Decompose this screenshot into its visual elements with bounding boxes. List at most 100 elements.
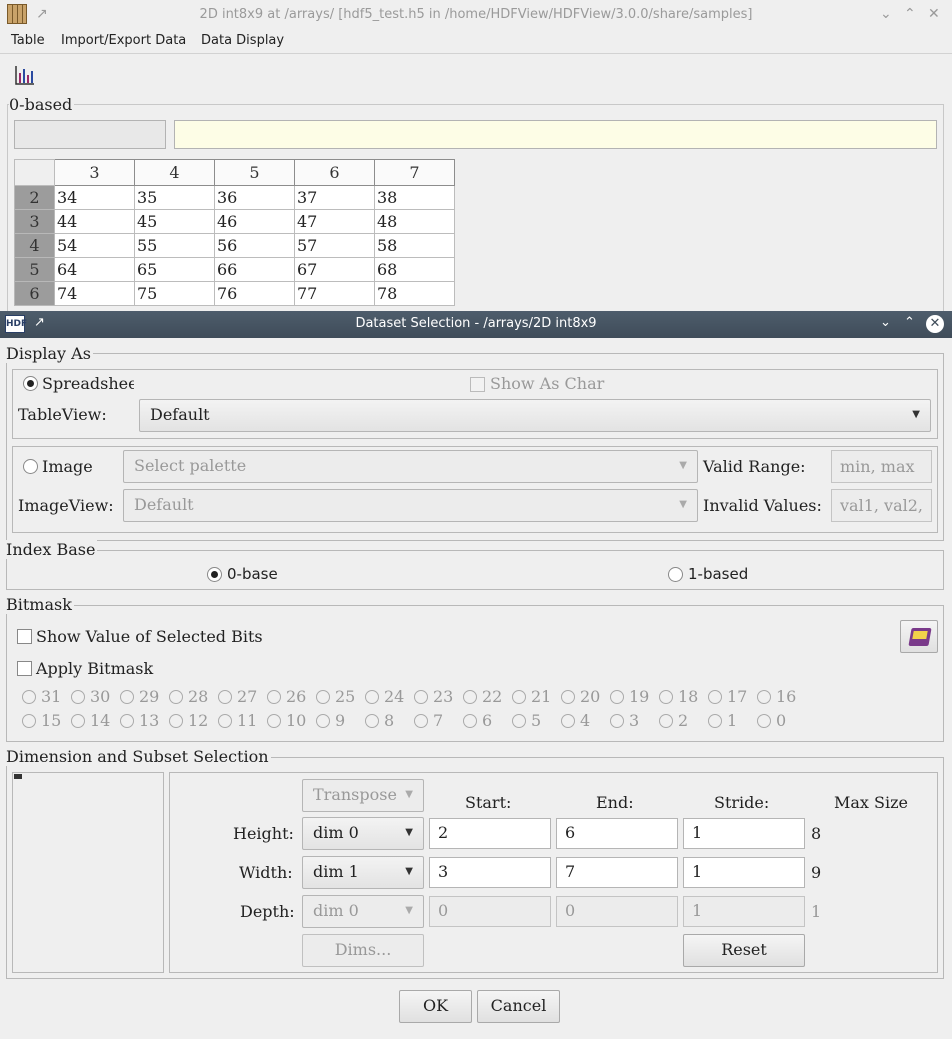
column-header[interactable]: 7: [374, 159, 455, 186]
menu-table[interactable]: Table: [11, 33, 45, 48]
bit-checkbox[interactable]: [757, 714, 771, 728]
bit-checkbox[interactable]: [71, 714, 85, 728]
column-header[interactable]: 4: [134, 159, 215, 186]
height-start-field[interactable]: 2: [429, 818, 551, 849]
tableview-select[interactable]: Default ▼: [139, 399, 931, 432]
bit-checkbox[interactable]: [561, 714, 575, 728]
maximize-icon[interactable]: ⌃: [904, 315, 915, 330]
width-dim-select[interactable]: dim 1 ▼: [302, 856, 424, 889]
palette-select[interactable]: Select palette ▼: [123, 450, 698, 483]
bit-checkbox[interactable]: [120, 714, 134, 728]
table-cell[interactable]: 47: [294, 209, 375, 234]
bit-checkbox[interactable]: [316, 690, 330, 704]
row-header[interactable]: 5: [14, 257, 55, 282]
bit-checkbox[interactable]: [120, 690, 134, 704]
cell-value-editor[interactable]: [174, 120, 937, 149]
cell-reference-field[interactable]: [14, 120, 166, 149]
bit-checkbox[interactable]: [218, 714, 232, 728]
table-cell[interactable]: 48: [374, 209, 455, 234]
table-cell[interactable]: 77: [294, 281, 375, 306]
table-cell[interactable]: 46: [214, 209, 295, 234]
bit-checkbox[interactable]: [169, 690, 183, 704]
bit-checkbox[interactable]: [169, 714, 183, 728]
bit-checkbox[interactable]: [708, 690, 722, 704]
reset-button[interactable]: Reset: [683, 934, 805, 967]
depth-end-field[interactable]: 0: [556, 896, 678, 927]
depth-dim-select[interactable]: dim 0 ▼: [302, 895, 424, 928]
table-cell[interactable]: 38: [374, 185, 455, 210]
table-cell[interactable]: 45: [134, 209, 215, 234]
table-cell[interactable]: 75: [134, 281, 215, 306]
table-cell[interactable]: 35: [134, 185, 215, 210]
column-header[interactable]: 3: [54, 159, 135, 186]
ok-button[interactable]: OK: [399, 990, 472, 1023]
table-cell[interactable]: 67: [294, 257, 375, 282]
table-cell[interactable]: 36: [214, 185, 295, 210]
table-cell[interactable]: 58: [374, 233, 455, 258]
apply-bitmask-checkbox[interactable]: [17, 661, 32, 676]
menu-import-export-data[interactable]: Import/Export Data: [61, 33, 186, 48]
width-stride-field[interactable]: 1: [683, 857, 805, 888]
table-cell[interactable]: 34: [54, 185, 135, 210]
bit-checkbox[interactable]: [414, 690, 428, 704]
transpose-select[interactable]: Transpose ▼: [302, 779, 424, 812]
column-header[interactable]: 5: [214, 159, 295, 186]
bit-checkbox[interactable]: [610, 714, 624, 728]
image-radio[interactable]: [23, 459, 38, 474]
bit-checkbox[interactable]: [316, 714, 330, 728]
row-header[interactable]: 4: [14, 233, 55, 258]
depth-start-field[interactable]: 0: [429, 896, 551, 927]
bit-checkbox[interactable]: [365, 690, 379, 704]
bit-checkbox[interactable]: [610, 690, 624, 704]
one-based-radio[interactable]: [668, 567, 683, 582]
zero-based-radio[interactable]: [207, 567, 222, 582]
row-header[interactable]: 2: [14, 185, 55, 210]
bit-checkbox[interactable]: [365, 714, 379, 728]
table-cell[interactable]: 54: [54, 233, 135, 258]
bit-checkbox[interactable]: [22, 714, 36, 728]
bit-checkbox[interactable]: [512, 714, 526, 728]
dims-button[interactable]: Dims...: [302, 934, 424, 967]
bit-checkbox[interactable]: [463, 690, 477, 704]
menu-data-display[interactable]: Data Display: [201, 33, 284, 48]
table-cell[interactable]: 64: [54, 257, 135, 282]
help-book-button[interactable]: [900, 620, 938, 653]
bit-checkbox[interactable]: [757, 690, 771, 704]
table-cell[interactable]: 56: [214, 233, 295, 258]
table-cell[interactable]: 78: [374, 281, 455, 306]
table-cell[interactable]: 66: [214, 257, 295, 282]
row-header[interactable]: 3: [14, 209, 55, 234]
table-cell[interactable]: 37: [294, 185, 375, 210]
bit-checkbox[interactable]: [708, 714, 722, 728]
table-cell[interactable]: 65: [134, 257, 215, 282]
bit-checkbox[interactable]: [659, 714, 673, 728]
table-cell[interactable]: 76: [214, 281, 295, 306]
pin-icon[interactable]: ↗: [34, 315, 45, 330]
bit-checkbox[interactable]: [659, 690, 673, 704]
row-header[interactable]: 6: [14, 281, 55, 306]
bit-checkbox[interactable]: [267, 690, 281, 704]
chart-icon[interactable]: [14, 64, 36, 86]
column-header[interactable]: 6: [294, 159, 375, 186]
bit-checkbox[interactable]: [512, 690, 526, 704]
height-dim-select[interactable]: dim 0 ▼: [302, 817, 424, 850]
width-start-field[interactable]: 3: [429, 857, 551, 888]
bit-checkbox[interactable]: [22, 690, 36, 704]
height-end-field[interactable]: 6: [556, 818, 678, 849]
bit-checkbox[interactable]: [561, 690, 575, 704]
bit-checkbox[interactable]: [267, 714, 281, 728]
bit-checkbox[interactable]: [463, 714, 477, 728]
table-cell[interactable]: 55: [134, 233, 215, 258]
table-cell[interactable]: 57: [294, 233, 375, 258]
dimension-tree-panel[interactable]: [12, 772, 164, 973]
spreadsheet-radio[interactable]: [23, 376, 38, 391]
depth-stride-field[interactable]: 1: [683, 896, 805, 927]
imageview-select[interactable]: Default ▼: [123, 489, 698, 522]
show-value-checkbox[interactable]: [17, 629, 32, 644]
bit-checkbox[interactable]: [218, 690, 232, 704]
cancel-button[interactable]: Cancel: [477, 990, 560, 1023]
show-as-char-checkbox[interactable]: [470, 377, 485, 392]
valid-range-field[interactable]: min, max: [831, 450, 932, 483]
bit-checkbox[interactable]: [71, 690, 85, 704]
close-icon[interactable]: ✕: [926, 315, 944, 333]
